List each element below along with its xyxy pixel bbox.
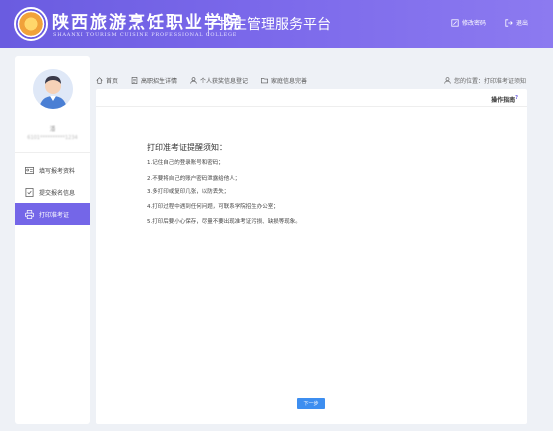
logout-button[interactable]: 退出 (505, 18, 528, 27)
home-icon (96, 76, 103, 84)
breadcrumb: 您的位置：打印准考证须知 (444, 76, 526, 85)
nav-home[interactable]: 首页 (96, 76, 118, 85)
nav-award-registration[interactable]: 个人获奖信息登记 (190, 76, 248, 85)
header-divider (208, 12, 209, 36)
user-icon (190, 76, 197, 84)
sidebar-divider (15, 152, 90, 153)
help-icon: ? (515, 95, 518, 101)
nav-label: 个人获奖信息登记 (200, 77, 249, 85)
nav-family-info[interactable]: 家庭信息完善 (261, 76, 307, 85)
notice-title: 打印准考证提醒须知： (147, 143, 227, 152)
header: 陕西旅游烹饪职业学院 SHAANXI TOURISM CUISINE PROFE… (0, 0, 553, 48)
sidebar-item-fill-info[interactable]: 填写报考资料 (15, 159, 90, 181)
nav-label: 首页 (106, 77, 119, 85)
notice-item: 3.多打印或复印几张，以防丢失； (147, 189, 230, 195)
sidebar-item-submit-info[interactable]: 提交报名信息 (15, 181, 90, 203)
guide-label: 操作指南 (491, 97, 516, 104)
id-card-icon (25, 166, 34, 174)
platform-title: 招生管理服务平台 (219, 17, 331, 33)
change-password-button[interactable]: 修改密码 (451, 18, 486, 27)
nav-label: 家庭信息完善 (271, 77, 308, 85)
sidebar-item-label: 打印准考证 (39, 211, 70, 219)
school-logo (14, 7, 48, 41)
checklist-icon (25, 187, 34, 197)
avatar (33, 69, 73, 109)
notice-item: 1.记住自己的登录账号和密码； (147, 160, 224, 166)
document-icon (131, 76, 138, 84)
school-name-en: SHAANXI TOURISM CUISINE PROFESSIONAL COL… (53, 32, 238, 38)
nav-enrollment-details[interactable]: 高职招生详情 (131, 76, 177, 85)
content-divider (96, 106, 527, 107)
user-id: 6101**********1234 (27, 135, 78, 141)
notice-item: 2.不要将自己的账户密码泄露给他人； (147, 176, 241, 182)
next-step-button[interactable]: 下一步 (297, 398, 325, 409)
printer-icon (25, 209, 34, 219)
main-content: 操作指南? 打印准考证提醒须知： 1.记住自己的登录账号和密码； 2.不要将自己… (96, 89, 527, 424)
change-password-label: 修改密码 (462, 20, 487, 27)
logout-icon (505, 18, 513, 27)
sidebar: 潘 6101**********1234 填写报考资料 提交报名信息 打印准考证 (15, 56, 90, 424)
sidebar-item-print-ticket[interactable]: 打印准考证 (15, 203, 90, 225)
user-name: 潘 (49, 126, 56, 133)
logout-label: 退出 (516, 20, 529, 27)
nav-label: 高职招生详情 (141, 77, 178, 85)
notice-item: 5.打印后要小心保存，尽量不要出现准考证污损、缺损等现象。 (147, 219, 301, 225)
sidebar-item-label: 提交报名信息 (39, 189, 76, 197)
edit-icon (451, 18, 459, 27)
folder-icon (261, 77, 269, 83)
school-name-cn: 陕西旅游烹饪职业学院 (52, 13, 242, 33)
sidebar-item-label: 填写报考资料 (39, 167, 76, 175)
breadcrumb-text: 您的位置：打印准考证须知 (453, 78, 526, 85)
location-icon (444, 77, 451, 84)
top-nav: 首页 高职招生详情 个人获奖信息登记 家庭信息完善 您的位置：打印准考证须知 (96, 73, 528, 87)
notice-item: 4.打印过程中遇到任何问题，可联系学院招生办公室； (147, 204, 279, 210)
operation-guide-link[interactable]: 操作指南? (491, 95, 518, 104)
